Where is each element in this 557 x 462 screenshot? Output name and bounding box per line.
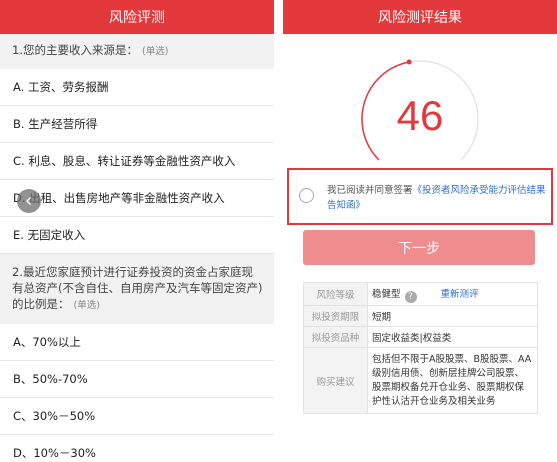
agreement-checkbox[interactable]: [299, 188, 314, 203]
q1-option-c[interactable]: C. 利息、股息、转让证券等金融性资产收入: [0, 143, 274, 180]
question-2-title: 2.最近您家庭预计进行证券投资的资金占家庭现有总资产(不含自住、自用房产及汽车等…: [0, 254, 274, 324]
option-label: D、10%－30%: [13, 446, 96, 460]
gauge-marker: [406, 59, 412, 65]
advice-value: 包括但不限于A股股票、B股股票、AA级别信用债、创新层挂牌公司股票、股票期权备兑…: [367, 347, 538, 414]
type-label: 拟投资品种: [303, 326, 368, 348]
level-value: 稳健型: [372, 288, 401, 300]
question-2-text: 2.最近您家庭预计进行证券投资的资金占家庭现有总资产(不含自住、自用房产及汽车等…: [12, 265, 263, 311]
risk-questionnaire-panel: 风险评测 1.您的主要收入来源是： (单选) A. 工资、劳务报酬 B. 生产经营…: [0, 0, 274, 462]
table-row: 风险等级 稳健型? 重新测评: [303, 282, 538, 306]
option-label: C. 利息、股息、转让证券等金融性资产收入: [13, 154, 236, 168]
option-label: C、30%－50%: [13, 409, 96, 423]
table-row: 购买建议 包括但不限于A股股票、B股股票、AA级别信用债、创新层挂牌公司股票、股…: [303, 347, 538, 414]
q2-option-c[interactable]: C、30%－50%: [0, 398, 274, 435]
term-label: 拟投资期限: [303, 305, 368, 327]
level-cell: 稳健型? 重新测评: [367, 282, 538, 306]
q2-option-b[interactable]: B、50%-70%: [0, 361, 274, 398]
retest-link[interactable]: 重新测评: [441, 289, 479, 300]
back-button[interactable]: [17, 189, 41, 213]
result-table: 风险等级 稳健型? 重新测评 拟投资期限 短期 拟投资品种 固定收益类|权益类 购…: [303, 282, 538, 414]
question-1-title: 1.您的主要收入来源是： (单选): [0, 34, 274, 69]
advice-label: 购买建议: [303, 347, 368, 414]
result-title: 风险测评结果: [378, 10, 462, 26]
help-icon[interactable]: ?: [404, 290, 417, 303]
agreement-text: 我已阅读并同意签署《投资者风险承受能力评估结果告知函》: [327, 183, 549, 213]
option-label: E. 无固定收入: [13, 228, 86, 242]
agreement-prefix: 我已阅读并同意签署: [327, 185, 413, 196]
q1-option-a[interactable]: A. 工资、劳务报酬: [0, 69, 274, 106]
table-row: 拟投资品种 固定收益类|权益类: [303, 326, 538, 348]
risk-result-panel: 风险测评结果 46 我已阅读并同意签署《投资者风险承受能力评估结果告知函》 下一…: [283, 0, 557, 462]
result-header: 风险测评结果: [283, 0, 557, 34]
table-row: 拟投资期限 短期: [303, 305, 538, 327]
question-1-text: 1.您的主要收入来源是：: [12, 43, 138, 57]
q1-option-e[interactable]: E. 无固定收入: [0, 217, 274, 254]
option-label: B、50%-70%: [13, 372, 88, 386]
next-step-button[interactable]: 下一步: [303, 230, 535, 265]
option-label: A. 工资、劳务报酬: [13, 80, 109, 94]
question-1-hint: (单选): [141, 46, 169, 57]
option-label: B. 生产经营所得: [13, 117, 98, 131]
questionnaire-title: 风险评测: [109, 10, 165, 26]
q1-option-b[interactable]: B. 生产经营所得: [0, 106, 274, 143]
questionnaire-header: 风险评测: [0, 0, 274, 34]
term-value: 短期: [367, 305, 538, 327]
type-value: 固定收益类|权益类: [367, 326, 538, 348]
q1-option-d[interactable]: D. 出租、出售房地产等非金融性资产收入: [0, 180, 274, 217]
chevron-left-icon: [26, 197, 31, 205]
next-step-label: 下一步: [398, 240, 440, 257]
option-label: A、70%以上: [13, 335, 81, 349]
risk-score: 46: [396, 92, 444, 139]
q2-option-a[interactable]: A、70%以上: [0, 324, 274, 361]
option-label: D. 出租、出售房地产等非金融性资产收入: [13, 191, 225, 205]
question-2-hint: (单选): [73, 300, 100, 311]
q2-option-d[interactable]: D、10%－30%: [0, 435, 274, 462]
level-label: 风险等级: [303, 282, 368, 306]
